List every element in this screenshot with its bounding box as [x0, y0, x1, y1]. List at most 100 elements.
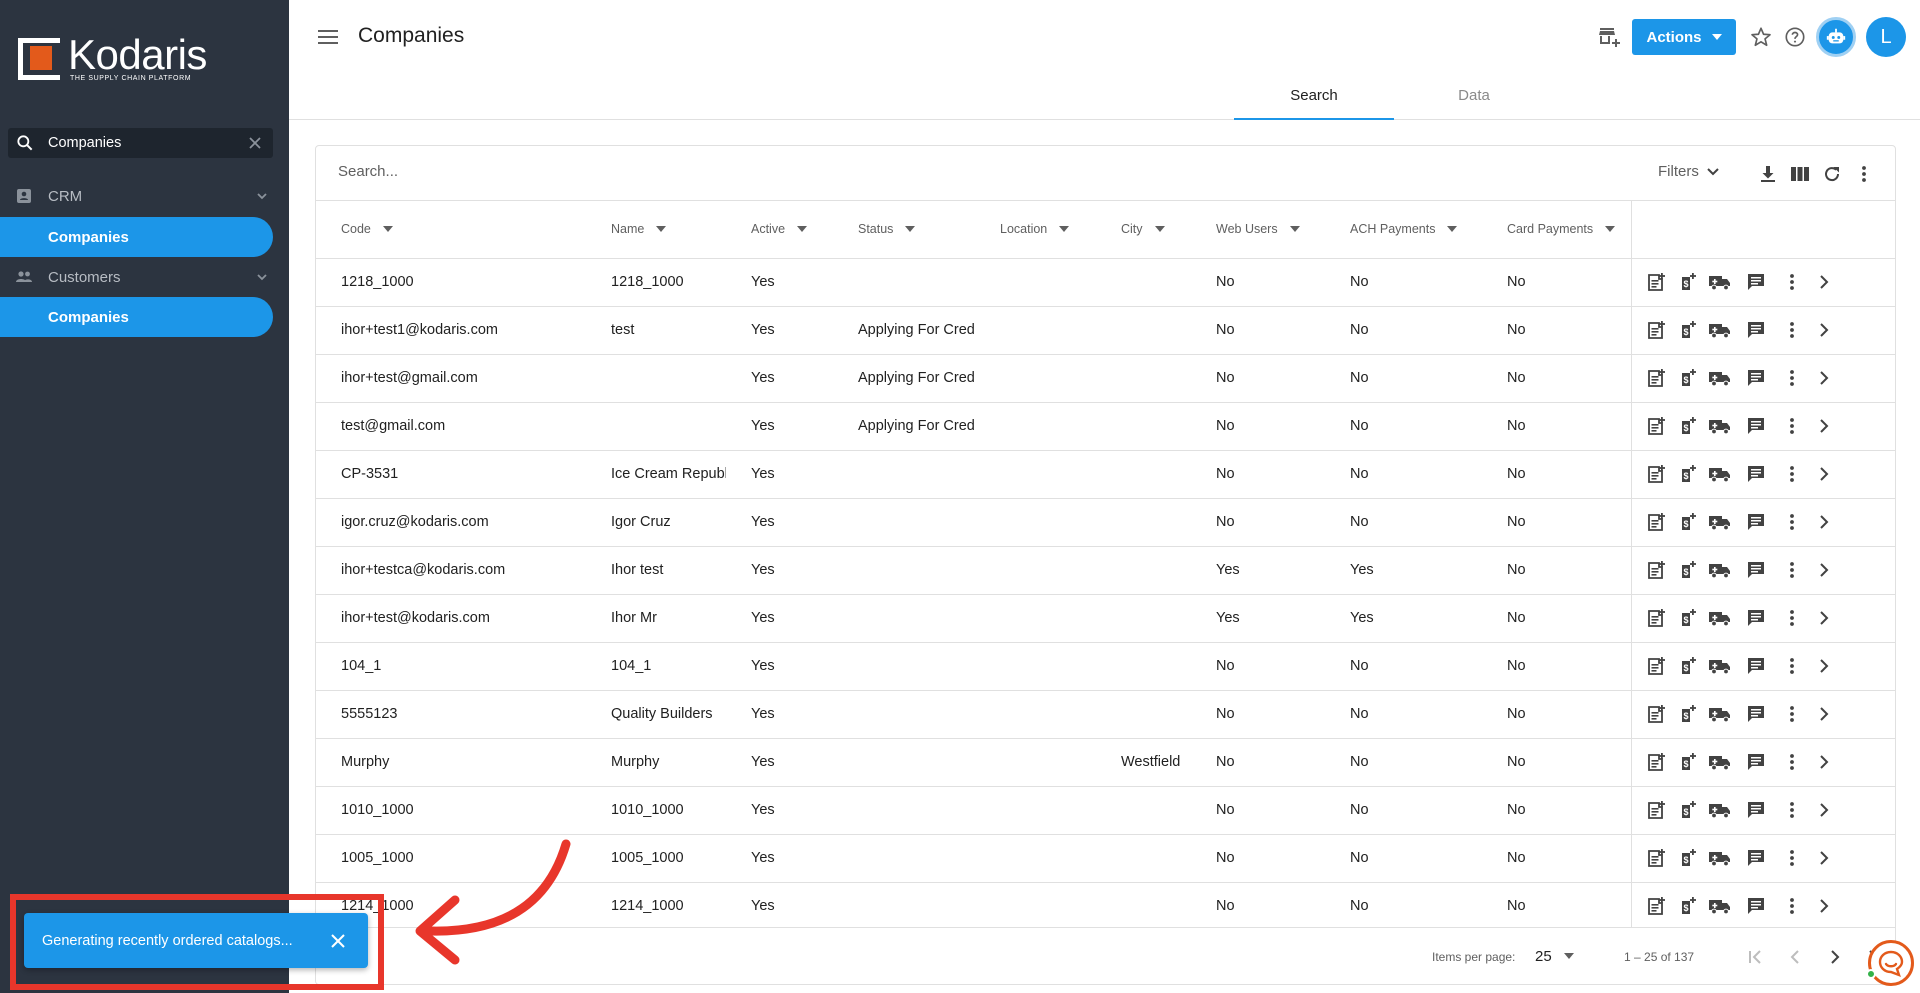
- new-order-button[interactable]: [1640, 652, 1672, 680]
- menu-icon[interactable]: [317, 27, 339, 47]
- payment-button[interactable]: $: [1672, 652, 1704, 680]
- shipping-button[interactable]: [1704, 460, 1736, 488]
- sort-caret-icon[interactable]: [382, 226, 393, 233]
- sort-caret-icon[interactable]: [656, 226, 667, 233]
- payment-button[interactable]: $: [1672, 412, 1704, 440]
- open-row-button[interactable]: [1808, 364, 1840, 392]
- kodaris-logo[interactable]: Kodaris THE SUPPLY CHAIN PLATFORM: [18, 34, 207, 82]
- row-menu-button[interactable]: [1776, 604, 1808, 632]
- tab-data[interactable]: Data: [1394, 79, 1554, 120]
- sidebar-group-customers[interactable]: Customers: [0, 261, 289, 293]
- comment-button[interactable]: [1736, 652, 1776, 680]
- new-order-button[interactable]: [1640, 892, 1672, 920]
- column-header-location[interactable]: Location: [975, 201, 1096, 259]
- open-row-button[interactable]: [1808, 508, 1840, 536]
- favorite-button[interactable]: [1744, 20, 1778, 54]
- comment-button[interactable]: [1736, 364, 1776, 392]
- table-row[interactable]: CP-3531 Ice Cream Republic Yes No No No $: [316, 450, 1895, 499]
- sidebar-item-customers-companies[interactable]: Companies: [0, 297, 273, 337]
- comment-button[interactable]: [1736, 700, 1776, 728]
- sidebar-group-crm[interactable]: CRM: [0, 180, 289, 212]
- columns-button[interactable]: [1784, 160, 1816, 188]
- row-menu-button[interactable]: [1776, 652, 1808, 680]
- more-options-button[interactable]: [1848, 160, 1880, 188]
- row-menu-button[interactable]: [1776, 316, 1808, 344]
- comment-button[interactable]: [1736, 748, 1776, 776]
- new-order-button[interactable]: [1640, 460, 1672, 488]
- table-row[interactable]: 1218_1000 1218_1000 Yes No No No $: [316, 258, 1895, 307]
- comment-button[interactable]: [1736, 604, 1776, 632]
- payment-button[interactable]: $: [1672, 556, 1704, 584]
- table-search-input[interactable]: [338, 163, 938, 180]
- sort-caret-icon[interactable]: [797, 226, 808, 233]
- shipping-button[interactable]: [1704, 844, 1736, 872]
- tab-search[interactable]: Search: [1234, 79, 1394, 120]
- row-menu-button[interactable]: [1776, 364, 1808, 392]
- new-order-button[interactable]: [1640, 844, 1672, 872]
- comment-button[interactable]: [1736, 412, 1776, 440]
- comment-button[interactable]: [1736, 268, 1776, 296]
- download-button[interactable]: [1752, 160, 1784, 188]
- row-menu-button[interactable]: [1776, 844, 1808, 872]
- column-header-name[interactable]: Name: [586, 201, 726, 259]
- new-order-button[interactable]: [1640, 700, 1672, 728]
- open-row-button[interactable]: [1808, 412, 1840, 440]
- actions-button[interactable]: Actions: [1632, 19, 1736, 55]
- table-row[interactable]: igor.cruz@kodaris.com Igor Cruz Yes No No No $: [316, 498, 1895, 547]
- open-row-button[interactable]: [1808, 844, 1840, 872]
- payment-button[interactable]: $: [1672, 700, 1704, 728]
- first-page-button[interactable]: [1735, 942, 1775, 972]
- new-order-button[interactable]: [1640, 508, 1672, 536]
- payment-button[interactable]: $: [1672, 604, 1704, 632]
- row-menu-button[interactable]: [1776, 268, 1808, 296]
- shipping-button[interactable]: [1704, 412, 1736, 440]
- comment-button[interactable]: [1736, 508, 1776, 536]
- sort-caret-icon[interactable]: [905, 226, 916, 233]
- new-order-button[interactable]: [1640, 604, 1672, 632]
- comment-button[interactable]: [1736, 316, 1776, 344]
- row-menu-button[interactable]: [1776, 556, 1808, 584]
- next-page-button[interactable]: [1815, 942, 1855, 972]
- shipping-button[interactable]: [1704, 604, 1736, 632]
- column-header-card-payments[interactable]: Card Payments: [1482, 201, 1631, 259]
- table-row[interactable]: test@gmail.com Yes Applying For Credit No No…: [316, 402, 1895, 451]
- sort-caret-icon[interactable]: [1605, 226, 1616, 233]
- items-per-page-select[interactable]: 25: [1535, 946, 1579, 966]
- column-header-code[interactable]: Code: [316, 201, 586, 259]
- payment-button[interactable]: $: [1672, 508, 1704, 536]
- new-order-button[interactable]: [1640, 556, 1672, 584]
- open-row-button[interactable]: [1808, 652, 1840, 680]
- assistant-button[interactable]: [1816, 17, 1856, 57]
- payment-button[interactable]: $: [1672, 268, 1704, 296]
- payment-button[interactable]: $: [1672, 844, 1704, 872]
- comment-button[interactable]: [1736, 844, 1776, 872]
- open-row-button[interactable]: [1808, 604, 1840, 632]
- shipping-button[interactable]: [1704, 748, 1736, 776]
- payment-button[interactable]: $: [1672, 364, 1704, 392]
- column-header-status[interactable]: Status: [833, 201, 975, 259]
- payment-button[interactable]: $: [1672, 316, 1704, 344]
- sort-caret-icon[interactable]: [1447, 226, 1458, 233]
- open-row-button[interactable]: [1808, 268, 1840, 296]
- refresh-button[interactable]: [1816, 160, 1848, 188]
- shipping-button[interactable]: [1704, 796, 1736, 824]
- row-menu-button[interactable]: [1776, 508, 1808, 536]
- payment-button[interactable]: $: [1672, 460, 1704, 488]
- table-row[interactable]: ihor+test@kodaris.com Ihor Mr Yes Yes Yes No $: [316, 594, 1895, 643]
- comment-button[interactable]: [1736, 796, 1776, 824]
- table-row[interactable]: ihor+test1@kodaris.com test Yes Applying Fo…: [316, 306, 1895, 355]
- table-row[interactable]: ihor+testca@kodaris.com Ihor test Yes Yes Ye…: [316, 546, 1895, 595]
- comment-button[interactable]: [1736, 892, 1776, 920]
- help-button[interactable]: [1778, 20, 1812, 54]
- open-row-button[interactable]: [1808, 556, 1840, 584]
- new-order-button[interactable]: [1640, 268, 1672, 296]
- shipping-button[interactable]: [1704, 316, 1736, 344]
- shipping-button[interactable]: [1704, 268, 1736, 296]
- shipping-button[interactable]: [1704, 556, 1736, 584]
- store-add-button[interactable]: [1592, 20, 1626, 54]
- column-header-active[interactable]: Active: [726, 201, 833, 259]
- open-row-button[interactable]: [1808, 460, 1840, 488]
- filters-button[interactable]: Filters: [1658, 163, 1721, 180]
- open-row-button[interactable]: [1808, 316, 1840, 344]
- payment-button[interactable]: $: [1672, 796, 1704, 824]
